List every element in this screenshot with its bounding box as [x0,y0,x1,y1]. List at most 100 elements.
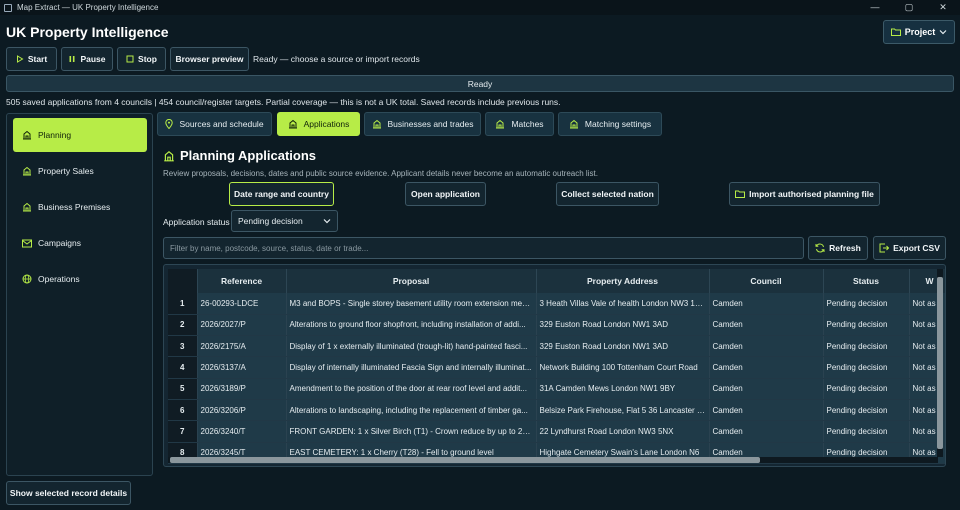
cell-reference: 2026/3137/A [197,356,287,379]
column-header-proposal[interactable]: Proposal [286,269,537,293]
tab-sources-and-schedule[interactable]: Sources and schedule [157,112,272,136]
cell-proposal: Display of internally illuminated Fascia… [286,356,537,379]
tab-matching-settings[interactable]: Matching settings [558,112,662,136]
cell-reference: 2026/2027/P [197,314,287,337]
stop-icon [126,55,134,63]
vertical-scrollbar[interactable] [937,269,943,457]
cell-address: 329 Euston Road London NW1 3AD [536,335,710,358]
table-row[interactable]: 2 2026/2027/P Alterations to ground floo… [168,314,945,337]
minimize-button[interactable]: — [858,0,892,15]
project-button[interactable]: Project [883,20,955,44]
sidebar-item-business-premises[interactable]: Business Premises [13,190,147,224]
app-icon [4,3,12,12]
building-icon [22,166,32,176]
date-range-button[interactable]: Date range and country [229,182,334,206]
cell-council: Camden [709,314,824,337]
scrollbar-thumb[interactable] [937,277,943,449]
close-button[interactable]: ✕ [926,0,960,15]
app-title: UK Property Intelligence [6,24,169,40]
column-header-council[interactable]: Council [709,269,824,293]
collect-nation-button[interactable]: Collect selected nation [556,182,659,206]
column-header-status[interactable]: Status [823,269,910,293]
pause-button[interactable]: Pause [61,47,113,71]
tab-businesses-and-trades[interactable]: Businesses and trades [364,112,481,136]
row-number: 4 [168,356,198,379]
filter-input[interactable]: Filter by name, postcode, source, status… [163,237,804,259]
scrollbar-thumb[interactable] [170,457,760,463]
table-row[interactable]: 3 2026/2175/A Display of 1 x externally … [168,335,945,358]
refresh-button[interactable]: Refresh [808,236,868,260]
cell-proposal: M3 and BOPS - Single storey basement uti… [286,293,537,315]
import-file-button[interactable]: Import authorised planning file [729,182,880,206]
cell-proposal: Alterations to landscaping, including th… [286,399,537,422]
status-select[interactable]: Pending decision [231,210,338,232]
horizontal-scrollbar[interactable] [168,457,938,463]
cell-address: 3 Heath Villas Vale of health London NW3… [536,293,710,315]
cell-council: Camden [709,356,824,379]
stop-label: Stop [138,54,157,64]
browser-preview-button[interactable]: Browser preview [170,47,249,71]
building-icon [288,119,298,129]
sidebar-item-campaigns[interactable]: Campaigns [13,226,147,260]
cell-reference: 26-00293-LDCE [197,293,287,315]
row-number: 7 [168,420,198,443]
window-titlebar: Map Extract — UK Property Intelligence —… [0,0,960,15]
status-label: Application status [163,217,230,227]
start-button[interactable]: Start [6,47,57,71]
tab-label: Matching settings [584,119,652,129]
start-label: Start [27,54,48,64]
table-row[interactable]: 4 2026/3137/A Display of internally illu… [168,356,945,379]
pause-icon [68,55,76,63]
cell-status: Pending decision [823,293,910,315]
cell-proposal: Alterations to ground floor shopfront, i… [286,314,537,337]
building-icon [22,130,32,140]
page-description: Review proposals, decisions, dates and p… [163,169,598,178]
sidebar-item-label: Planning [38,130,72,140]
sidebar-item-planning[interactable]: Planning [13,118,147,152]
page-title: Planning Applications [163,148,316,163]
cell-proposal: Amendment to the position of the door at… [286,378,537,400]
export-csv-button[interactable]: Export CSV [873,236,946,260]
window-title: Map Extract — UK Property Intelligence [17,3,159,12]
show-details-button[interactable]: Show selected record details [6,481,131,505]
row-number: 6 [168,399,198,422]
open-application-button[interactable]: Open application [405,182,486,206]
tab-label: Businesses and trades [387,119,474,129]
table-corner[interactable] [168,269,198,293]
sidebar-item-operations[interactable]: Operations [13,262,147,296]
import-file-label: Import authorised planning file [749,189,874,199]
maximize-button[interactable]: ▢ [892,0,926,15]
tab-matches[interactable]: Matches [485,112,554,136]
status-message: Ready — choose a source or import record… [253,54,420,64]
chevron-down-icon [939,29,947,35]
table-row[interactable]: 7 2026/3240/T FRONT GARDEN: 1 x Silver B… [168,420,945,443]
row-number: 3 [168,335,198,358]
cell-reference: 2026/2175/A [197,335,287,358]
map-pin-icon [165,119,174,129]
globe-icon [22,274,32,284]
cell-council: Camden [709,293,824,315]
row-number: 1 [168,293,198,315]
cell-council: Camden [709,335,824,358]
sidebar: Planning Property Sales Business Premise… [6,113,153,476]
stop-button[interactable]: Stop [117,47,166,71]
cell-council: Camden [709,378,824,400]
table-row[interactable]: 5 2026/3189/P Amendment to the position … [168,378,945,400]
cell-reference: 2026/3240/T [197,420,287,443]
cell-status: Pending decision [823,356,910,379]
column-header-property-address[interactable]: Property Address [536,269,710,293]
cell-proposal: FRONT GARDEN: 1 x Silver Birch (T1) - Cr… [286,420,537,443]
project-label: Project [904,27,936,37]
page-title-text: Planning Applications [180,148,317,163]
table-row[interactable]: 1 26-00293-LDCE M3 and BOPS - Single sto… [168,293,945,315]
cell-status: Pending decision [823,378,910,400]
tab-label: Matches [511,119,544,129]
cell-address: Network Building 100 Tottenham Court Roa… [536,356,710,379]
export-label: Export CSV [893,243,940,253]
table-row[interactable]: 6 2026/3206/P Alterations to landscaping… [168,399,945,422]
sidebar-item-property-sales[interactable]: Property Sales [13,154,147,188]
tab-applications[interactable]: Applications [277,112,360,136]
column-header-reference[interactable]: Reference [197,269,287,293]
row-number: 5 [168,378,198,400]
summary-text: 505 saved applications from 4 councils |… [6,97,561,107]
